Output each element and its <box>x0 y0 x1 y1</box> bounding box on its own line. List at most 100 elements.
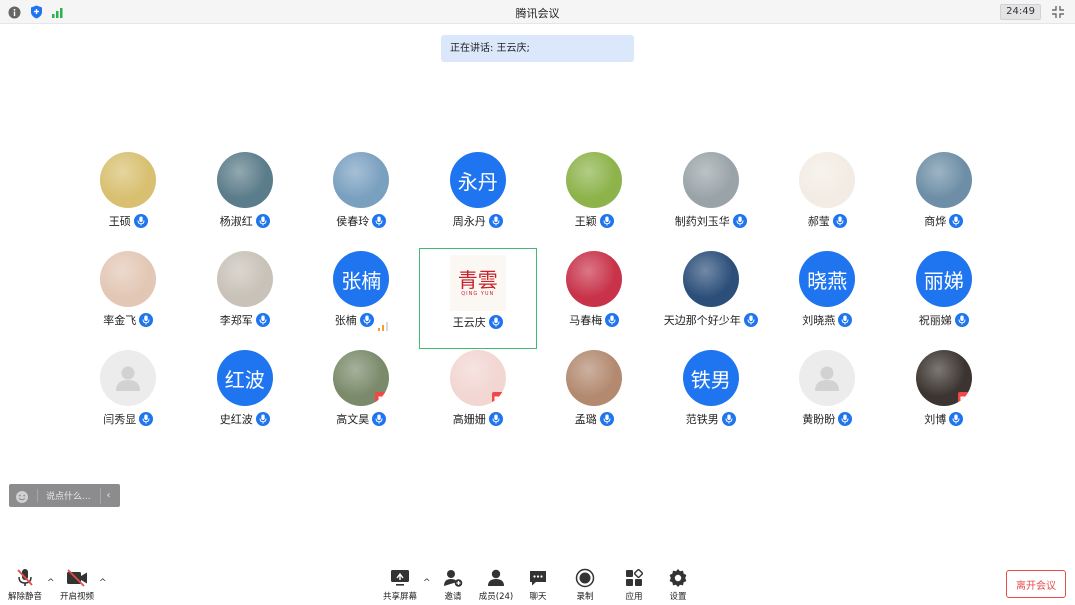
mic-status-icon <box>488 315 503 329</box>
participant-tile[interactable]: 天边那个好少年 <box>653 249 770 348</box>
members-button[interactable]: 成员(24) <box>474 568 518 602</box>
participant-tile[interactable]: 晓燕 刘晓燕 <box>769 249 886 348</box>
apps-button[interactable]: 应用 <box>612 568 656 602</box>
participant-tile[interactable]: 铁男 范铁男 <box>653 348 770 447</box>
leave-meeting-button[interactable]: 离开会议 <box>1006 570 1066 598</box>
participant-tile[interactable]: 制药刘玉华 <box>653 150 770 249</box>
participant-name-row: 周永丹 <box>453 213 503 229</box>
invite-label: 邀请 <box>444 592 462 602</box>
participant-tile[interactable]: 孟璐 <box>536 348 653 447</box>
avatar-initials: 永丹 <box>457 169 498 194</box>
mic-status-icon <box>133 214 148 228</box>
video-off-badge-icon <box>375 392 390 406</box>
unmute-button[interactable]: 解除静音 <box>3 568 47 602</box>
camera-off-icon <box>66 568 88 588</box>
participant-tile[interactable]: 刘博 <box>886 348 1003 447</box>
participant-name: 范铁男 <box>685 413 719 426</box>
mic-status-icon <box>255 412 270 426</box>
meeting-timer: 24:49 <box>1000 4 1041 20</box>
settings-label: 设置 <box>669 592 687 602</box>
participant-name: 王硕 <box>108 215 131 228</box>
title-bar: 腾讯会议 24:49 <box>0 0 1075 24</box>
mic-status-icon <box>255 214 270 228</box>
participant-tile[interactable]: 闫秀显 <box>70 348 187 447</box>
share-screen-icon <box>389 568 411 588</box>
mic-status-icon <box>721 412 736 426</box>
participant-photo <box>333 152 390 208</box>
apps-grid-icon <box>623 568 645 588</box>
participant-photo <box>333 350 390 406</box>
logo-subtext: QING YUN <box>461 291 495 297</box>
gear-icon <box>667 568 689 588</box>
participant-tile[interactable]: 率金飞 <box>70 249 187 348</box>
chat-button[interactable]: 聊天 <box>516 568 560 602</box>
participant-photo <box>100 251 157 307</box>
record-label: 录制 <box>576 592 594 602</box>
participant-tile[interactable]: 永丹周永丹 <box>420 150 537 249</box>
participant-name: 制药刘玉华 <box>674 215 730 228</box>
participant-name: 黄盼盼 <box>802 413 836 426</box>
share-screen-button[interactable]: 共享屏幕 <box>378 568 422 602</box>
participant-name-row: 王颖 <box>575 213 614 229</box>
members-label: 成员(24) <box>478 592 514 602</box>
avatar-initials: 红波 <box>224 367 265 392</box>
mic-status-icon <box>372 412 387 426</box>
emoji-icon[interactable] <box>15 489 29 503</box>
participant-tile[interactable]: 王硕 <box>70 150 187 249</box>
share-screen-label: 共享屏幕 <box>382 592 417 602</box>
participant-photo <box>566 251 623 307</box>
participant-tile[interactable]: 王颖 <box>536 150 653 249</box>
mic-status-icon <box>359 313 374 327</box>
chat-input-pill[interactable]: 说点什么... ‹ <box>9 484 120 507</box>
fullscreen-icon[interactable] <box>1051 4 1067 20</box>
chat-placeholder[interactable]: 说点什么... <box>37 489 91 502</box>
mic-status-icon <box>139 412 154 426</box>
invite-button[interactable]: 邀请 <box>431 568 475 602</box>
participant-name: 孟璐 <box>574 413 597 426</box>
settings-button[interactable]: 设置 <box>656 568 700 602</box>
participant-name-row: 史红波 <box>220 411 270 427</box>
participant-tile[interactable]: 郝莹 <box>769 150 886 249</box>
collapse-chat-icon[interactable]: ‹ <box>100 487 116 504</box>
record-button[interactable]: 录制 <box>563 568 607 602</box>
participant-name-row: 李郑军 <box>220 312 270 328</box>
audio-level-icon <box>377 316 388 331</box>
window-title: 腾讯会议 <box>515 7 560 20</box>
audio-options-chevron-icon[interactable]: ^ <box>47 578 55 588</box>
unmute-label: 解除静音 <box>7 592 42 602</box>
video-options-chevron-icon[interactable]: ^ <box>99 578 107 588</box>
participant-tile[interactable]: 高姗姗 <box>420 348 537 447</box>
participant-photo <box>566 350 623 406</box>
participant-tile[interactable]: 李郑军 <box>187 249 304 348</box>
participant-name: 率金飞 <box>103 314 137 327</box>
participant-name-row: 刘晓燕 <box>802 312 853 328</box>
participant-tile[interactable]: 杨淑红 <box>187 150 304 249</box>
participant-tile[interactable]: 马春梅 <box>536 249 653 348</box>
participant-tile[interactable]: 黄盼盼 <box>769 348 886 447</box>
participant-tile[interactable]: 青雲 QING YUN 王云庆 <box>418 248 537 349</box>
participant-photo <box>100 152 157 208</box>
participant-tile[interactable]: 丽娣 祝丽娣 <box>886 249 1003 348</box>
participant-tile[interactable]: 红波史红波 <box>187 348 304 447</box>
start-video-button[interactable]: 开启视频 <box>55 568 99 602</box>
participant-name: 史红波 <box>219 413 253 426</box>
participant-name: 周永丹 <box>452 215 486 228</box>
participant-logo-avatar: 青雲 QING YUN <box>449 255 506 311</box>
share-options-chevron-icon[interactable]: ^ <box>423 578 431 588</box>
participant-tile[interactable]: 张楠 张楠 <box>303 249 420 348</box>
participant-photo <box>682 251 739 307</box>
avatar-initials: 晓燕 <box>807 268 848 293</box>
participant-name-row: 杨淑红 <box>220 213 270 229</box>
mic-muted-icon <box>14 568 36 588</box>
participant-name-row: 王硕 <box>109 213 148 229</box>
participant-tile[interactable]: 侯春玲 <box>303 150 420 249</box>
mic-status-icon <box>139 313 154 327</box>
members-icon <box>485 568 507 588</box>
participant-avatar: 晓燕 <box>799 251 856 307</box>
participant-tile[interactable]: 商烨 <box>886 150 1003 249</box>
participant-name: 侯春玲 <box>336 215 370 228</box>
participant-avatar: 铁男 <box>682 350 739 406</box>
mic-status-icon <box>954 313 969 327</box>
video-off-badge-icon <box>957 392 972 406</box>
participant-tile[interactable]: 高文昊 <box>303 348 420 447</box>
